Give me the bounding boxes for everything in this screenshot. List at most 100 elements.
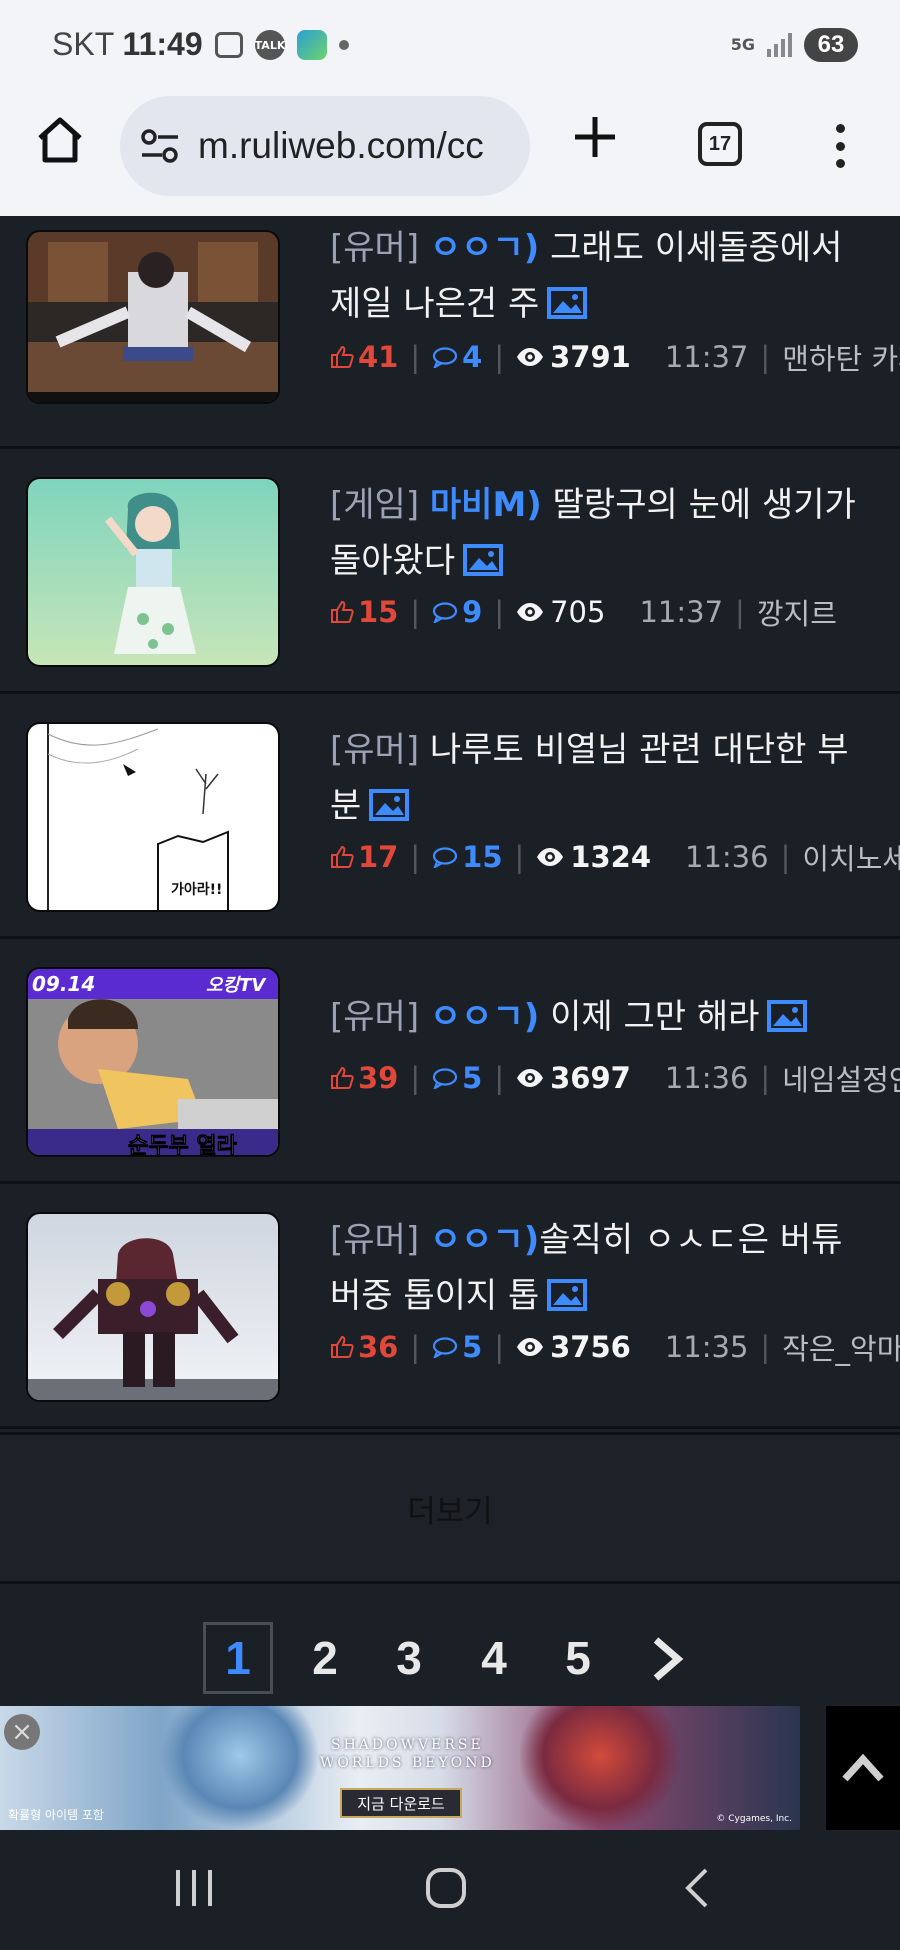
post-title-line2: 분: [330, 786, 362, 826]
recent-apps-icon[interactable]: [172, 1866, 216, 1910]
page-2-button[interactable]: 2: [290, 1622, 360, 1694]
ad-close-icon[interactable]: ×: [4, 1714, 40, 1750]
post-thumbnail[interactable]: [26, 477, 280, 667]
post-tag: 마비M): [429, 485, 542, 525]
post-thumbnail[interactable]: [26, 230, 280, 404]
list-item[interactable]: [게임] 마비M) 딸랑구의 눈에 생기가 돌아왔다 15 | 9 | 705 …: [0, 449, 900, 694]
page-1-button[interactable]: 1: [203, 1622, 273, 1694]
page-5-button[interactable]: 5: [543, 1622, 613, 1694]
address-bar[interactable]: m.ruliweb.com/cc: [120, 96, 530, 196]
list-item[interactable]: 09.14 오킹TV 순두부 열라 [유머] ㅇㅇㄱ) 이제 그만 해라 39 …: [0, 939, 900, 1184]
comment-icon: [433, 1337, 458, 1358]
view-count: 3756: [516, 1330, 631, 1364]
post-meta: 15 | 9 | 705 11:37 | 깡지르: [330, 591, 837, 633]
post-thumbnail[interactable]: [26, 1212, 280, 1402]
thumbnail-caption-text: 순두부 열라: [128, 1134, 238, 1157]
carrier-label: SKT: [52, 26, 114, 62]
eye-icon: [517, 1338, 544, 1356]
more-menu-icon[interactable]: [832, 124, 848, 168]
post-title[interactable]: [게임] 마비M) 딸랑구의 눈에 생기가 돌아왔다: [330, 477, 870, 589]
post-title[interactable]: [유머] ㅇㅇㄱ)솔직히 ㅇㅅㄷ은 버튜 버중 톱이지 톱: [330, 1212, 870, 1324]
view-count: 705: [516, 595, 605, 629]
list-item[interactable]: [유머] ㅇㅇㄱ) 그래도 이세돌중에서 제일 나은건 주 41 | 4 | 3…: [0, 216, 900, 449]
post-category: [유머]: [330, 997, 420, 1037]
page-3-button[interactable]: 3: [374, 1622, 444, 1694]
pagination: 1 2 3 4 5: [0, 1622, 900, 1694]
ad-character-right: [520, 1706, 680, 1830]
post-title-line1: 솔직히 ㅇㅅㄷ은 버튜: [539, 1220, 843, 1260]
comment-icon: [433, 602, 458, 623]
post-title-line1: 나루토 비열님 관련 대단한 부: [419, 730, 849, 770]
like-count: 39: [330, 1061, 398, 1095]
comment-count: 4: [432, 340, 482, 374]
post-title-line2: 제일 나은건 주: [330, 284, 540, 324]
image-attachment-icon: [463, 544, 504, 576]
clock: 11:49: [122, 26, 203, 62]
post-tag: ㅇㅇㄱ): [429, 997, 540, 1037]
post-title-line2: 돌아왔다: [330, 541, 456, 581]
ad-banner[interactable]: × SHADOWVERSE WORLDS BEYOND 지금 다운로드 확률형 …: [0, 1706, 800, 1830]
post-meta: 39 | 5 | 3697 11:36 | 네임설정안내: [330, 1057, 900, 1099]
home-button-icon[interactable]: [424, 1866, 468, 1910]
new-tab-icon[interactable]: [572, 114, 618, 160]
post-author[interactable]: 깡지르: [757, 591, 837, 633]
list-item[interactable]: [유머] ㅇㅇㄱ)솔직히 ㅇㅅㄷ은 버튜 버중 톱이지 톱 36 | 5 | 3…: [0, 1184, 900, 1429]
url-text: m.ruliweb.com/cc: [198, 125, 484, 166]
post-title-line1: 그래도 이세돌중에서: [539, 228, 843, 268]
list-item[interactable]: 가아라!! [유머] 나루토 비열님 관련 대단한 부 분 17 | 15 | …: [0, 694, 900, 939]
post-meta: 36 | 5 | 3756 11:35 | 작은_악마: [330, 1326, 900, 1368]
thumbs-up-icon: [331, 600, 354, 623]
battery-indicator: 63: [804, 28, 858, 62]
browser-toolbar: m.ruliweb.com/cc 17: [0, 92, 900, 216]
post-time: 11:36: [685, 840, 769, 874]
comment-icon: [433, 847, 458, 868]
thumbs-up-icon: [331, 345, 354, 368]
post-time: 11:35: [664, 1330, 749, 1364]
scroll-to-top-button[interactable]: [826, 1706, 900, 1830]
status-carrier-time: SKT 11:49: [52, 26, 203, 63]
post-list: [유머] ㅇㅇㄱ) 그래도 이세돌중에서 제일 나은건 주 41 | 4 | 3…: [0, 216, 900, 1429]
post-author[interactable]: 네임설정안내: [782, 1057, 900, 1099]
like-count: 41: [330, 340, 398, 374]
back-icon[interactable]: [682, 1866, 712, 1910]
post-title-line1: 딸랑구의 눈에 생기가: [541, 485, 856, 525]
network-5g-icon: 5G: [730, 35, 755, 54]
post-author[interactable]: 이치노세군: [802, 836, 900, 878]
system-icons: 5G 63: [731, 28, 858, 62]
thumbs-up-icon: [331, 1335, 354, 1358]
page-4-button[interactable]: 4: [459, 1622, 529, 1694]
post-title[interactable]: [유머] ㅇㅇㄱ) 그래도 이세돌중에서 제일 나은건 주: [330, 220, 870, 332]
comment-count: 5: [432, 1330, 482, 1364]
load-more-button[interactable]: 더보기: [0, 1432, 900, 1584]
post-thumbnail[interactable]: 09.14 오킹TV 순두부 열라: [26, 967, 280, 1157]
comment-icon: [433, 1068, 458, 1089]
post-author[interactable]: 작은_악마: [782, 1326, 900, 1368]
site-settings-icon[interactable]: [140, 128, 180, 164]
post-thumbnail[interactable]: 가아라!!: [26, 722, 280, 912]
ad-download-button[interactable]: 지금 다운로드: [340, 1788, 462, 1818]
comment-count: 9: [432, 595, 482, 629]
ad-disclaimer: 확률형 아이템 포함: [8, 1808, 104, 1822]
ad-copyright: © Cygames, Inc.: [716, 1814, 792, 1824]
more-notifications-dot-icon: [339, 40, 349, 50]
system-navigation-bar: [0, 1830, 900, 1950]
home-icon[interactable]: [34, 114, 86, 166]
tab-switcher-button[interactable]: 17: [698, 122, 742, 166]
post-author[interactable]: 맨하탄 카페: [782, 336, 900, 378]
image-attachment-icon: [767, 1000, 808, 1032]
post-title[interactable]: [유머] 나루토 비열님 관련 대단한 부 분: [330, 722, 870, 834]
post-title-line1: 이제 그만 해라: [539, 997, 760, 1037]
screenshot-icon: [215, 32, 243, 58]
next-page-chevron-icon[interactable]: [650, 1636, 684, 1682]
post-category: [유머]: [330, 1220, 420, 1260]
post-title[interactable]: [유머] ㅇㅇㄱ) 이제 그만 해라: [330, 989, 870, 1045]
eye-icon: [517, 603, 544, 621]
post-meta: 41 | 4 | 3791 11:37 | 맨하탄 카페: [330, 336, 900, 378]
post-time: 11:37: [664, 340, 749, 374]
eye-icon: [517, 348, 544, 366]
post-time: 11:36: [664, 1061, 749, 1095]
like-count: 17: [330, 840, 398, 874]
status-bar: SKT 11:49 TALK 5G 63: [0, 0, 900, 92]
thumbs-up-icon: [331, 845, 354, 868]
post-meta: 17 | 15 | 1324 11:36 | 이치노세군: [330, 836, 900, 878]
